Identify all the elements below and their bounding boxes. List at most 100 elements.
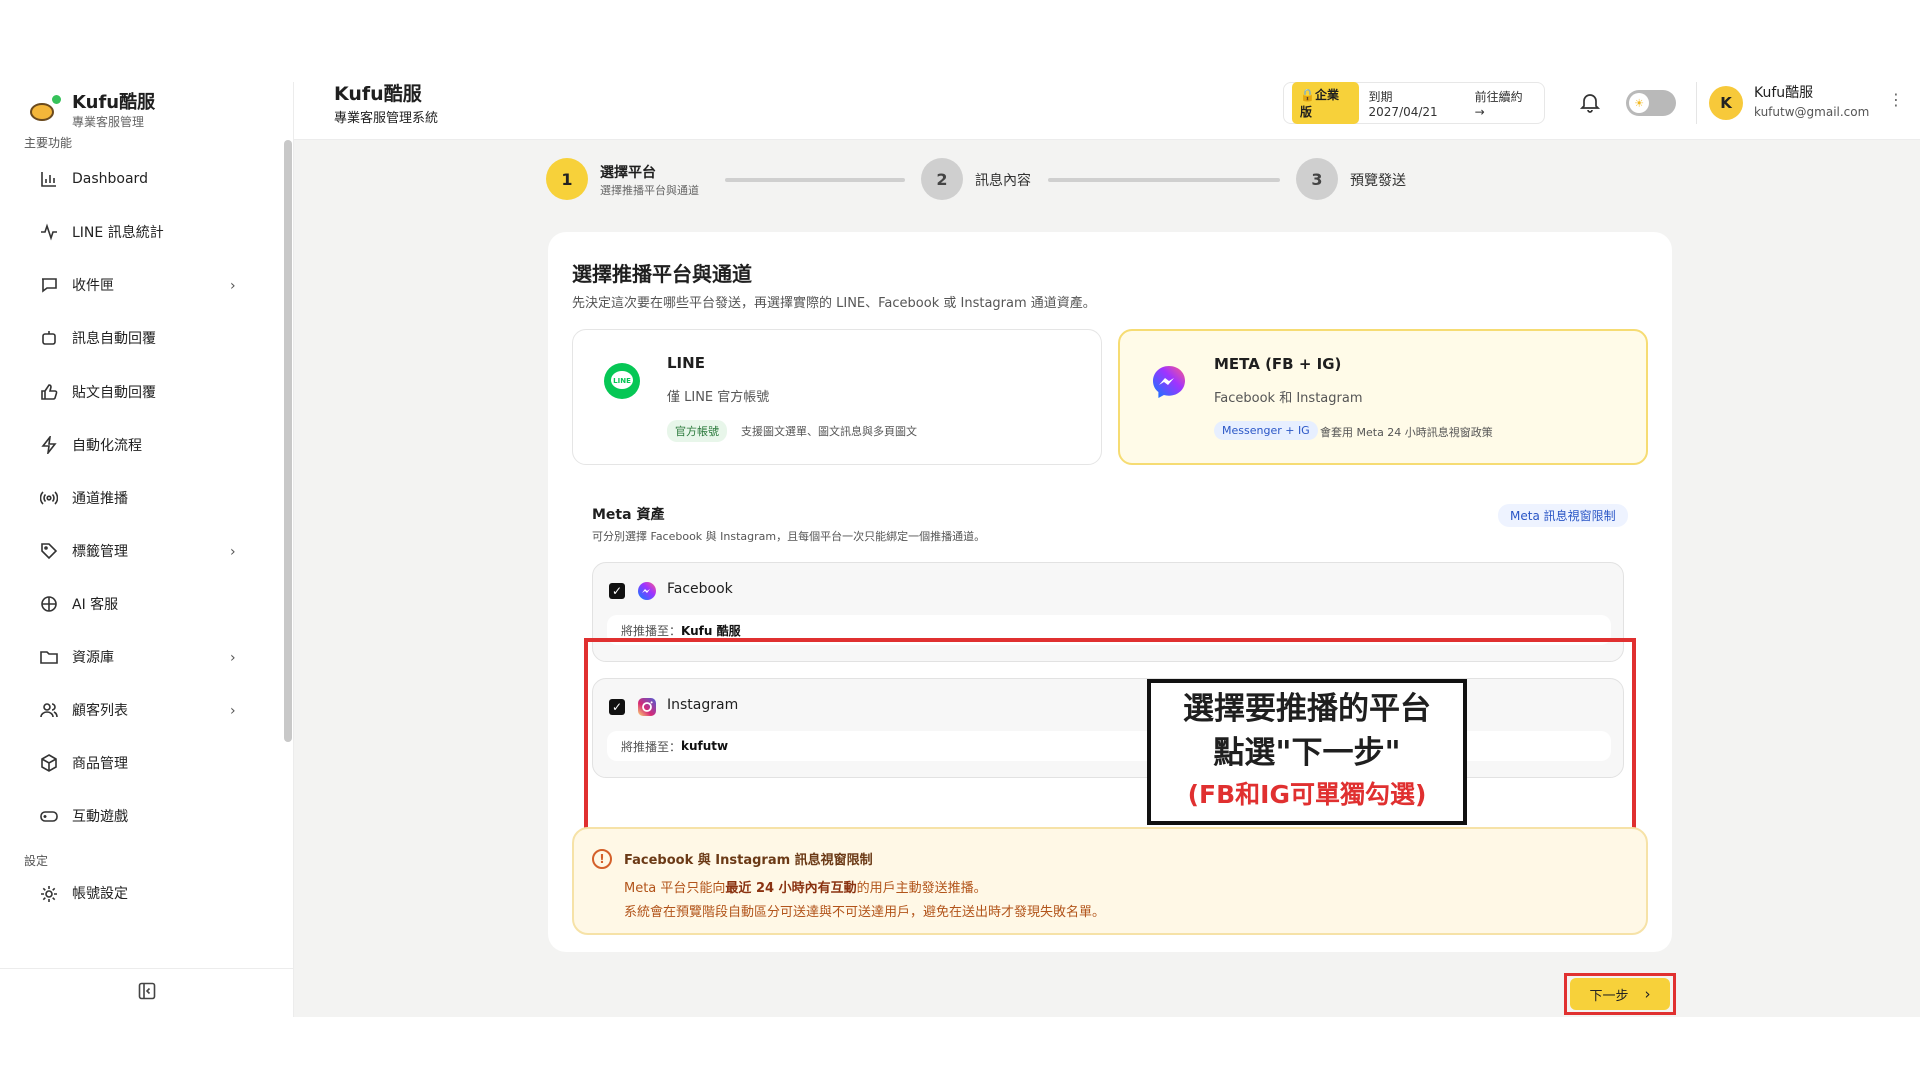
tag-icon [38, 540, 60, 562]
card-description: 先決定這次要在哪些平台發送，再選擇實際的 LINE、Facebook 或 Ins… [572, 296, 1096, 311]
sidebar-item-label: 通道推播 [72, 491, 128, 507]
box-icon [38, 752, 60, 774]
meta-assets-title: Meta 資產 [592, 507, 665, 523]
step-2-label: 訊息內容 [975, 173, 1031, 189]
section-label-settings: 設定 [24, 854, 49, 868]
brand[interactable]: Kufu酷服 專業客服管理 [26, 82, 292, 140]
facebook-checkbox[interactable]: ✓ [609, 583, 625, 599]
messenger-icon [1150, 363, 1188, 401]
sidebar-item-tags[interactable]: 標籤管理 › [28, 531, 250, 571]
plan-status[interactable]: 🔒企業版 到期 2027/04/21 前往續約 → [1283, 82, 1545, 124]
next-step-button[interactable]: 下一步 › [1570, 978, 1670, 1010]
app-frame: Kufu酷服 專業客服管理 主要功能 Dashboard LINE 訊息統計 收… [0, 82, 1920, 1017]
brand-name: Kufu酷服 [72, 92, 156, 113]
chat-icon [38, 274, 60, 296]
platform-card: 選擇推播平台與通道 先決定這次要在哪些平台發送，再選擇實際的 LINE、Face… [548, 232, 1672, 952]
ai-icon [38, 593, 60, 615]
lock-icon: 🔒 [1300, 88, 1315, 102]
sidebar-item-games[interactable]: 互動遊戲 [28, 796, 250, 836]
warning-line-1: Meta 平台只能向最近 24 小時內有互動的用戶主動發送推播。 [624, 881, 987, 896]
sidebar-item-auto-reply[interactable]: 訊息自動回覆 [28, 318, 250, 358]
sidebar-item-label: 貼文自動回覆 [72, 385, 156, 401]
sidebar-item-post-auto-reply[interactable]: 貼文自動回覆 [28, 372, 250, 412]
activity-icon [38, 221, 60, 243]
page-subtitle: 專業客服管理系統 [334, 111, 439, 126]
broadcast-icon [38, 487, 60, 509]
chevron-right-icon: › [230, 278, 236, 294]
plan-expiry: 到期 2027/04/21 [1368, 89, 1438, 119]
users-icon [38, 699, 60, 721]
sidebar-item-label: 互動遊戲 [72, 809, 128, 825]
sidebar-item-dashboard[interactable]: Dashboard [28, 159, 250, 199]
annotation-line-2: 點選"下一步" [1213, 735, 1401, 771]
tutorial-annotation: 選擇要推播的平台 點選"下一步" (FB和IG可單獨勾選) [1147, 679, 1467, 825]
meta-assets-desc: 可分別選擇 Facebook 與 Instagram，且每個平台一次只能綁定一個… [592, 530, 986, 543]
sidebar-item-label: LINE 訊息統計 [72, 225, 164, 241]
sidebar-item-account-settings[interactable]: 帳號設定 [28, 877, 250, 907]
gamepad-icon [38, 805, 60, 827]
platform-desc: 僅 LINE 官方帳號 [667, 390, 770, 405]
lightning-icon [38, 434, 60, 456]
step-3-label: 預覽發送 [1350, 173, 1406, 189]
sun-icon: ☀ [1629, 93, 1649, 113]
chevron-right-icon: › [1644, 985, 1651, 1003]
sidebar-item-customers[interactable]: 顧客列表 › [28, 690, 250, 730]
bar-chart-icon [38, 168, 60, 190]
platform-tag: Messenger + IG [1214, 421, 1318, 440]
theme-toggle[interactable]: ☀ [1626, 90, 1676, 116]
sidebar-item-label: 自動化流程 [72, 438, 142, 454]
renew-link[interactable]: 前往續約 → [1475, 88, 1536, 119]
sidebar: Kufu酷服 專業客服管理 主要功能 Dashboard LINE 訊息統計 收… [0, 82, 294, 1017]
platform-option-meta[interactable]: META (FB + IG) Facebook 和 Instagram Mess… [1118, 329, 1648, 465]
warning-title: Facebook 與 Instagram 訊息視窗限制 [624, 853, 873, 868]
messenger-icon [637, 581, 657, 601]
thumbs-up-icon [38, 381, 60, 403]
sidebar-item-products[interactable]: 商品管理 [28, 743, 250, 783]
sidebar-item-inbox[interactable]: 收件匣 › [28, 265, 250, 305]
platform-desc: Facebook 和 Instagram [1214, 391, 1363, 406]
step-1-label: 選擇平台 [600, 165, 656, 181]
more-menu-icon[interactable]: ⋮ [1888, 90, 1904, 114]
avatar[interactable]: K [1709, 86, 1743, 120]
sidebar-item-label: 帳號設定 [72, 886, 128, 902]
step-1-sub: 選擇推播平台與通道 [600, 184, 699, 197]
line-icon: LINE [603, 362, 641, 400]
sidebar-item-broadcast[interactable]: 通道推播 [28, 478, 250, 518]
user-name: Kufu酷服 [1754, 85, 1814, 101]
step-2-circle: 2 [921, 158, 963, 200]
sidebar-item-label: 資源庫 [72, 650, 114, 666]
sidebar-item-label: 標籤管理 [72, 544, 128, 560]
folder-icon [38, 646, 60, 668]
platform-note: 支援圖文選單、圖文訊息與多頁圖文 [741, 425, 917, 438]
page-title: Kufu酷服 [334, 83, 422, 105]
chevron-right-icon: › [230, 544, 236, 560]
gear-icon [38, 883, 60, 905]
platform-option-line[interactable]: LINE LINE 僅 LINE 官方帳號 官方帳號 支援圖文選單、圖文訊息與多… [572, 329, 1102, 465]
meta-window-limit-link[interactable]: Meta 訊息視窗限制 [1498, 504, 1628, 527]
annotation-line-3: (FB和IG可單獨勾選) [1187, 780, 1427, 809]
brand-logo [26, 93, 62, 129]
section-label-main: 主要功能 [24, 136, 73, 150]
sidebar-scrollbar[interactable] [284, 140, 292, 742]
bot-icon [38, 327, 60, 349]
sidebar-collapse-icon [138, 982, 156, 1004]
sidebar-item-automation[interactable]: 自動化流程 [28, 425, 250, 465]
svg-text:LINE: LINE [613, 377, 631, 385]
collapse-sidebar-button[interactable] [0, 968, 294, 1017]
sidebar-item-label: AI 客服 [72, 597, 119, 613]
platform-name: LINE [667, 354, 705, 372]
sidebar-item-label: 訊息自動回覆 [72, 331, 156, 347]
platform-tag: 官方帳號 [667, 420, 727, 442]
meta-window-warning: ! Facebook 與 Instagram 訊息視窗限制 Meta 平台只能向… [572, 827, 1648, 935]
user-email: kufutw@gmail.com [1754, 105, 1870, 119]
bell-icon[interactable] [1578, 90, 1602, 114]
sidebar-item-line-stats[interactable]: LINE 訊息統計 [28, 212, 250, 252]
step-1-circle: 1 [546, 158, 588, 200]
chevron-right-icon: › [230, 650, 236, 666]
sidebar-item-ai-service[interactable]: AI 客服 [28, 584, 250, 624]
sidebar-item-resources[interactable]: 資源庫 › [28, 637, 250, 677]
platform-note: 會套用 Meta 24 小時訊息視窗政策 [1320, 426, 1493, 439]
step-3-circle: 3 [1296, 158, 1338, 200]
step-connector [725, 178, 905, 182]
brand-tagline: 專業客服管理 [72, 115, 145, 129]
